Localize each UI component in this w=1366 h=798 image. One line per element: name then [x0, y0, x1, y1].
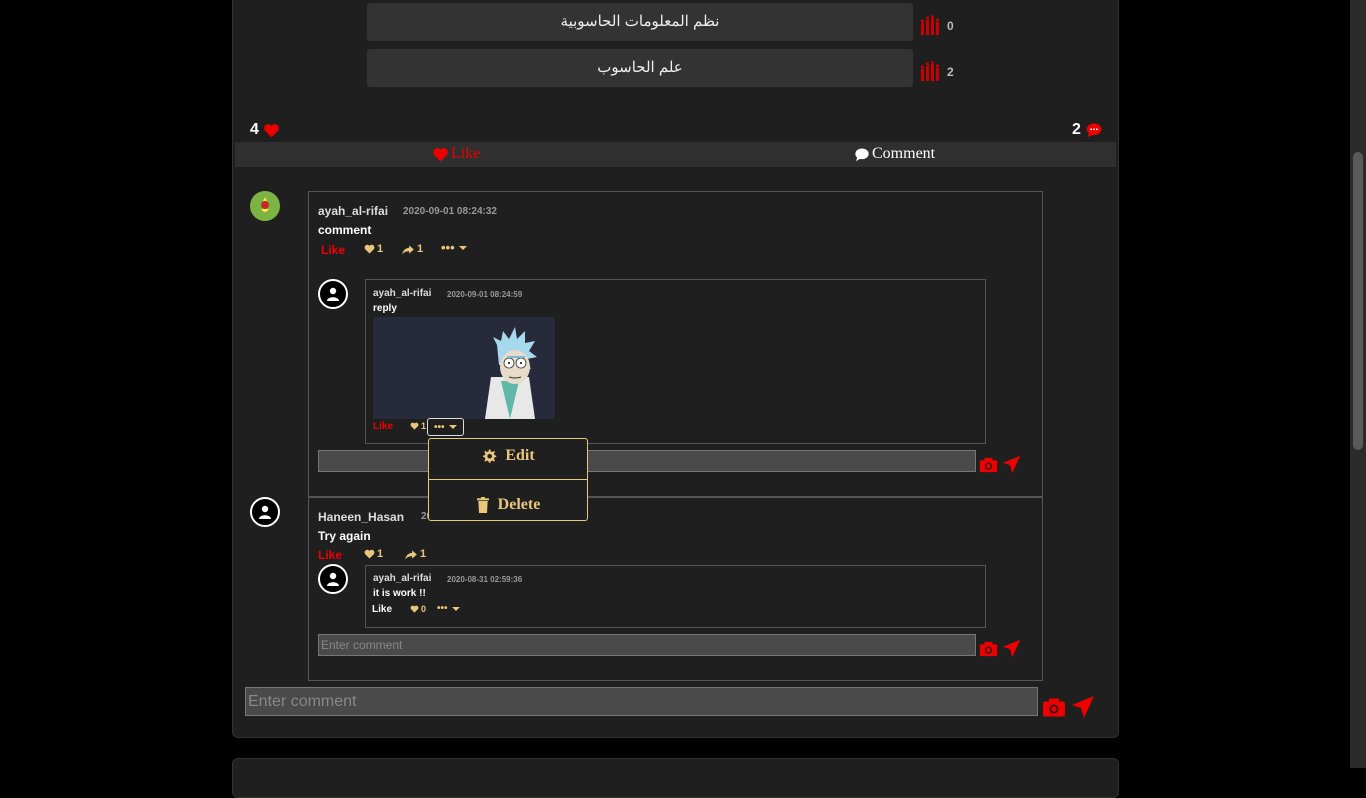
camera-icon[interactable] [1042, 697, 1066, 718]
comment-button-label: Comment [872, 145, 936, 162]
replies-number: 1 [420, 548, 427, 560]
reply-likes-count[interactable]: 0 [410, 604, 426, 614]
likes-number: 1 [377, 243, 384, 255]
comment-replies-count[interactable]: 1 [404, 548, 426, 560]
share-arrow-icon [405, 549, 417, 560]
comment-button[interactable]: Comment [854, 145, 935, 163]
voters-icon [920, 61, 940, 81]
poll-option-1[interactable]: نظم المعلومات الحاسوبية [367, 3, 913, 41]
menu-divider [429, 479, 587, 480]
edit-label: Edit [505, 447, 535, 464]
reply-options-button[interactable]: ••• [427, 418, 464, 436]
camera-icon[interactable] [979, 641, 998, 657]
reply-timestamp: 2020-08-31 02:59:36 [447, 575, 523, 584]
send-icon[interactable] [1002, 639, 1021, 658]
voters-icon [920, 15, 940, 35]
comment-username[interactable]: Haneen_Hasan [318, 510, 404, 524]
comment-bubble-icon [1086, 123, 1102, 138]
post-likes-count: 4 [250, 121, 280, 139]
profile-picture [250, 191, 280, 221]
poll-option-2[interactable]: علم الحاسوب [367, 49, 913, 87]
likes-count-text: 4 [250, 121, 259, 138]
comment-text: Try again [318, 529, 371, 543]
avatar[interactable] [318, 564, 348, 594]
likes-number: 1 [377, 548, 384, 560]
share-arrow-icon [402, 244, 414, 255]
comment-replies-count[interactable]: 1 [401, 243, 423, 255]
reply-text: it is work !! [373, 588, 426, 599]
send-icon[interactable] [1071, 695, 1095, 719]
reply-text: reply [373, 303, 397, 314]
comment-options-menu: Edit Delete [428, 438, 588, 521]
camera-icon[interactable] [979, 457, 998, 473]
ellipsis-icon: ••• [434, 421, 445, 433]
reply-likes-count[interactable]: 1 [410, 421, 426, 431]
post-comments-count: 2 [1072, 121, 1103, 139]
avatar[interactable] [250, 497, 280, 527]
like-button-label: Like [451, 145, 481, 162]
send-icon[interactable] [1002, 455, 1021, 474]
reply-timestamp: 2020-09-01 08:24:59 [447, 290, 523, 299]
post-action-bar [235, 142, 1116, 167]
reply-input[interactable]: Enter comment [318, 634, 976, 656]
reply-input[interactable] [318, 450, 976, 472]
ellipsis-icon: ••• [437, 603, 448, 614]
trash-icon [476, 497, 489, 513]
heart-icon [364, 244, 375, 254]
comment-likes-count[interactable]: 1 [364, 548, 383, 560]
chevron-down-icon [448, 425, 457, 429]
ellipsis-icon: ••• [441, 240, 455, 255]
comment-icon [855, 148, 869, 161]
comment-like-button[interactable]: Like [318, 548, 342, 562]
next-post-card [232, 758, 1119, 798]
comment-username[interactable]: ayah_al-rifai [318, 204, 388, 218]
heart-icon [364, 549, 375, 559]
user-icon [259, 505, 271, 519]
user-icon [327, 572, 339, 586]
reply-username[interactable]: ayah_al-rifai [373, 288, 431, 299]
heart-icon [410, 605, 419, 613]
user-icon [327, 287, 339, 301]
poll-count-2: 2 [947, 65, 954, 79]
likes-number: 0 [421, 604, 427, 614]
likes-number: 1 [421, 421, 427, 431]
delete-label: Delete [497, 496, 541, 513]
comment-like-button[interactable]: Like [321, 243, 345, 257]
poll-count-1: 0 [947, 19, 954, 33]
heart-icon [264, 123, 279, 137]
avatar[interactable] [250, 191, 280, 221]
reply-like-button[interactable]: Like [373, 421, 393, 432]
main-comment-input[interactable]: Enter comment [245, 687, 1038, 716]
reply-like-button[interactable]: Like [372, 604, 392, 615]
delete-menu-item[interactable]: Delete [429, 496, 587, 514]
comments-count-text: 2 [1072, 121, 1081, 138]
comment-options-button[interactable]: ••• [441, 240, 467, 255]
reply-options-button[interactable]: ••• [437, 603, 460, 614]
replies-number: 1 [417, 243, 424, 255]
comment-likes-count[interactable]: 1 [364, 243, 383, 255]
gear-icon [483, 449, 497, 463]
scrollbar-thumb[interactable] [1353, 152, 1363, 450]
heart-icon [433, 147, 448, 161]
like-button[interactable]: Like [432, 145, 480, 163]
reply-image[interactable] [373, 317, 555, 419]
page-scrollbar[interactable] [1350, 0, 1366, 768]
comment-text: comment [318, 223, 372, 237]
chevron-down-icon [451, 606, 460, 611]
comment-timestamp: 2020-09-01 08:24:32 [403, 206, 497, 217]
avatar[interactable] [318, 279, 348, 309]
reply-username[interactable]: ayah_al-rifai [373, 573, 431, 584]
edit-menu-item[interactable]: Edit [429, 447, 587, 465]
rick-character-image [373, 317, 555, 419]
chevron-down-icon [458, 245, 467, 250]
heart-icon [410, 422, 419, 430]
